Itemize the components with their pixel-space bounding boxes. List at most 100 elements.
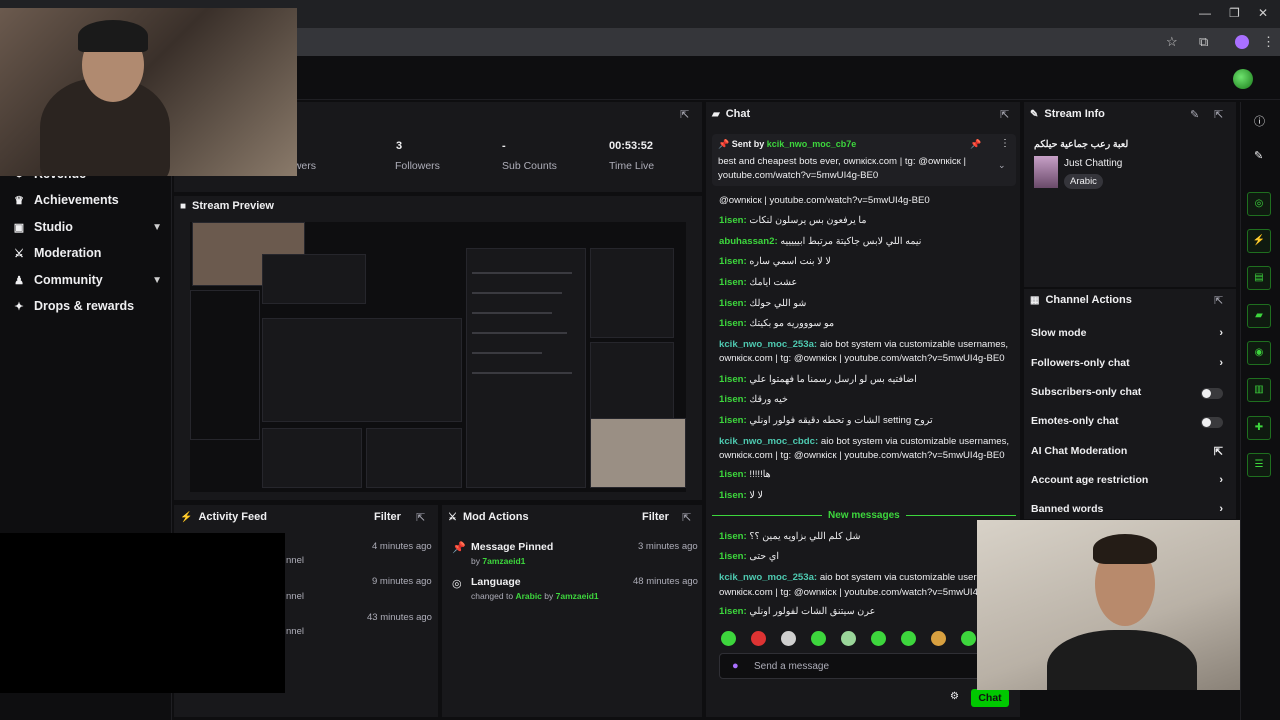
- close-icon[interactable]: ✕: [1258, 6, 1268, 20]
- chat-input[interactable]: ● Send a message: [719, 653, 981, 679]
- user-avatar[interactable]: [1233, 69, 1253, 89]
- popout-icon[interactable]: ⇱: [416, 511, 425, 524]
- chat-message[interactable]: kcik_nwo_moc_253a: aio bot system via cu…: [719, 339, 1009, 350]
- emote-icon[interactable]: [841, 631, 856, 646]
- channel-action-account-age-restriction[interactable]: Account age restriction ›: [1031, 474, 1229, 490]
- chat-username[interactable]: kcik_nwo_moc_253a:: [719, 572, 817, 583]
- emote-icon[interactable]: [811, 631, 826, 646]
- chat-message[interactable]: 1isen: الشات و تحطه دقيقه فولور اونلي se…: [719, 415, 1009, 426]
- chat-username[interactable]: 1isen:: [719, 469, 747, 480]
- chat-message[interactable]: 1isen: شو اللي حولك: [719, 298, 1009, 309]
- profile-avatar[interactable]: [1235, 35, 1249, 49]
- channel-action-followers-only-chat[interactable]: Followers-only chat ›: [1031, 357, 1229, 373]
- chat-username[interactable]: 1isen:: [719, 531, 747, 542]
- chat-username[interactable]: kcik_nwo_moc_cbdc:: [719, 436, 818, 447]
- sidebar-item-moderation[interactable]: ⚔ Moderation: [12, 243, 162, 263]
- extensions-icon[interactable]: ⧉: [1199, 34, 1208, 50]
- emote-icon[interactable]: [961, 631, 976, 646]
- chat-message[interactable]: 1isen: اي حتى: [719, 551, 977, 562]
- chat-username[interactable]: 1isen:: [719, 551, 747, 562]
- channel-action-ai-chat-moderation[interactable]: AI Chat Moderation ⇱: [1031, 445, 1229, 461]
- emote-icon[interactable]: [901, 631, 916, 646]
- chat-username[interactable]: 1isen:: [719, 215, 747, 226]
- more-options-icon[interactable]: ⋮: [1000, 138, 1010, 149]
- info-icon[interactable]: ⓘ: [1254, 113, 1265, 129]
- chat-username[interactable]: abuhassan2:: [719, 236, 778, 247]
- sidebar-item-studio[interactable]: ▣ Studio ▼: [12, 217, 162, 237]
- chat-message[interactable]: 1isen: اضافتيه بس لو ارسل رسمنا ما فهمتو…: [719, 374, 1009, 385]
- unpin-icon[interactable]: 📌: [970, 139, 981, 150]
- popout-icon[interactable]: ⇱: [1214, 108, 1223, 121]
- chat-message[interactable]: 1isen: ما يرفعون بس يرسلون لنكات: [719, 215, 1009, 226]
- edit-icon[interactable]: ✎: [1190, 108, 1199, 121]
- chat-message[interactable]: ownкicк.com | tg: @ownкicк | youtube.com…: [719, 353, 1009, 364]
- mod-user-link[interactable]: 7amzaeid1: [556, 591, 599, 601]
- toggle-switch[interactable]: [1201, 388, 1223, 399]
- pencil-icon[interactable]: ✎: [1254, 149, 1263, 162]
- chat-message[interactable]: 1isen: لا لا بنت اسمي ساره: [719, 256, 1009, 267]
- popout-icon[interactable]: ⇱: [1214, 294, 1223, 307]
- pinned-user[interactable]: kcik_nwo_moc_cb7e: [767, 139, 857, 149]
- chat-message[interactable]: 1isen: عرن سيتنق الشات لفولور اونلي: [719, 606, 977, 617]
- popout-icon[interactable]: ⇱: [1000, 108, 1009, 121]
- chat-message[interactable]: 1isen: خيه ورقك: [719, 394, 1009, 405]
- sidebar-item-community[interactable]: ♟ Community ▼: [12, 270, 162, 290]
- chat-message[interactable]: kcik_nwo_moc_cbdc: aio bot system via cu…: [719, 436, 1009, 447]
- chat-message[interactable]: 1isen: شل كلم اللي بزاويه يمين ؟؟: [719, 531, 977, 542]
- chat-username[interactable]: 1isen:: [719, 394, 747, 405]
- chat-send-button[interactable]: Chat: [971, 689, 1009, 707]
- chat-message[interactable]: abuhassan2: نيمه اللي لابس جاكيتة مرتبط …: [719, 236, 1009, 247]
- toggle-switch[interactable]: [1201, 417, 1223, 428]
- sidebar-item-drops[interactable]: ✦ Drops & rewards: [12, 296, 162, 316]
- emote-icon[interactable]: [751, 631, 766, 646]
- chat-message[interactable]: 1isen: لا لا: [719, 490, 1009, 501]
- chat-username[interactable]: 1isen:: [719, 256, 747, 267]
- emote-icon[interactable]: [871, 631, 886, 646]
- pinned-message[interactable]: 📌 Sent by kcik_nwo_moc_cb7e 📌 ⋮ best and…: [712, 134, 1016, 186]
- chat-message[interactable]: @ownкicк | youtube.com/watch?v=5mwUI4g-B…: [719, 195, 1009, 206]
- chat-username[interactable]: 1isen:: [719, 415, 747, 426]
- popout-icon[interactable]: ⇱: [680, 108, 689, 121]
- rail-button-list[interactable]: ☰: [1247, 453, 1271, 477]
- chat-username[interactable]: 1isen:: [719, 606, 747, 617]
- chevron-down-icon[interactable]: ⌄: [998, 160, 1006, 171]
- rail-button-broadcast[interactable]: ◉: [1247, 341, 1271, 365]
- category-thumbnail[interactable]: [1034, 156, 1058, 188]
- filter-button[interactable]: Filter: [374, 511, 401, 523]
- sidebar-item-achievements[interactable]: ♛ Achievements: [12, 190, 162, 210]
- chat-username[interactable]: 1isen:: [719, 490, 747, 501]
- channel-action-slow-mode[interactable]: Slow mode ›: [1031, 327, 1229, 343]
- microphone-icon[interactable]: ●: [732, 660, 739, 672]
- popout-icon[interactable]: ⇱: [682, 511, 691, 524]
- rail-button-chat[interactable]: ▰: [1247, 304, 1271, 328]
- chat-message[interactable]: kcik_nwo_moc_253a: aio bot system via cu…: [719, 572, 977, 583]
- emote-icon[interactable]: [721, 631, 736, 646]
- category-name[interactable]: Just Chatting: [1064, 158, 1122, 169]
- channel-action-subscribers-only-chat[interactable]: Subscribers-only chat: [1031, 386, 1229, 402]
- stream-preview-video[interactable]: [190, 222, 686, 492]
- chat-username[interactable]: 1isen:: [719, 298, 747, 309]
- chat-message[interactable]: 1isen: عشت ايامك: [719, 277, 1009, 288]
- star-icon[interactable]: ☆: [1166, 34, 1178, 50]
- chat-username[interactable]: 1isen:: [719, 277, 747, 288]
- rail-button-activity[interactable]: ⚡: [1247, 229, 1271, 253]
- channel-action-banned-words[interactable]: Banned words ›: [1031, 503, 1229, 519]
- rail-button-layout[interactable]: ▥: [1247, 378, 1271, 402]
- maximize-icon[interactable]: ❐: [1229, 6, 1240, 20]
- filter-button[interactable]: Filter: [642, 511, 669, 523]
- emote-icon[interactable]: [931, 631, 946, 646]
- rail-button-stats[interactable]: ◎: [1247, 192, 1271, 216]
- gear-icon[interactable]: ⚙: [950, 691, 959, 702]
- chat-username[interactable]: 1isen:: [719, 374, 747, 385]
- rail-button-tools[interactable]: ✚: [1247, 416, 1271, 440]
- chat-message[interactable]: 1isen: مو سوووريه مو بكيتك: [719, 318, 1009, 329]
- chat-username[interactable]: kcik_nwo_moc_253a:: [719, 339, 817, 350]
- rail-button-notes[interactable]: ▤: [1247, 266, 1271, 290]
- chat-username[interactable]: 1isen:: [719, 318, 747, 329]
- chat-message[interactable]: 1isen: !!!!!ها: [719, 469, 1009, 480]
- channel-action-emotes-only-chat[interactable]: Emotes-only chat: [1031, 415, 1229, 431]
- chat-message[interactable]: ownкicк.com | tg: @ownкicк | youtube.com…: [719, 450, 1009, 461]
- kebab-menu-icon[interactable]: ⋮: [1262, 34, 1275, 50]
- minimize-icon[interactable]: —: [1199, 6, 1211, 20]
- chat-message[interactable]: ownкicк.com | tg: @ownкicк | youtube.com…: [719, 587, 977, 598]
